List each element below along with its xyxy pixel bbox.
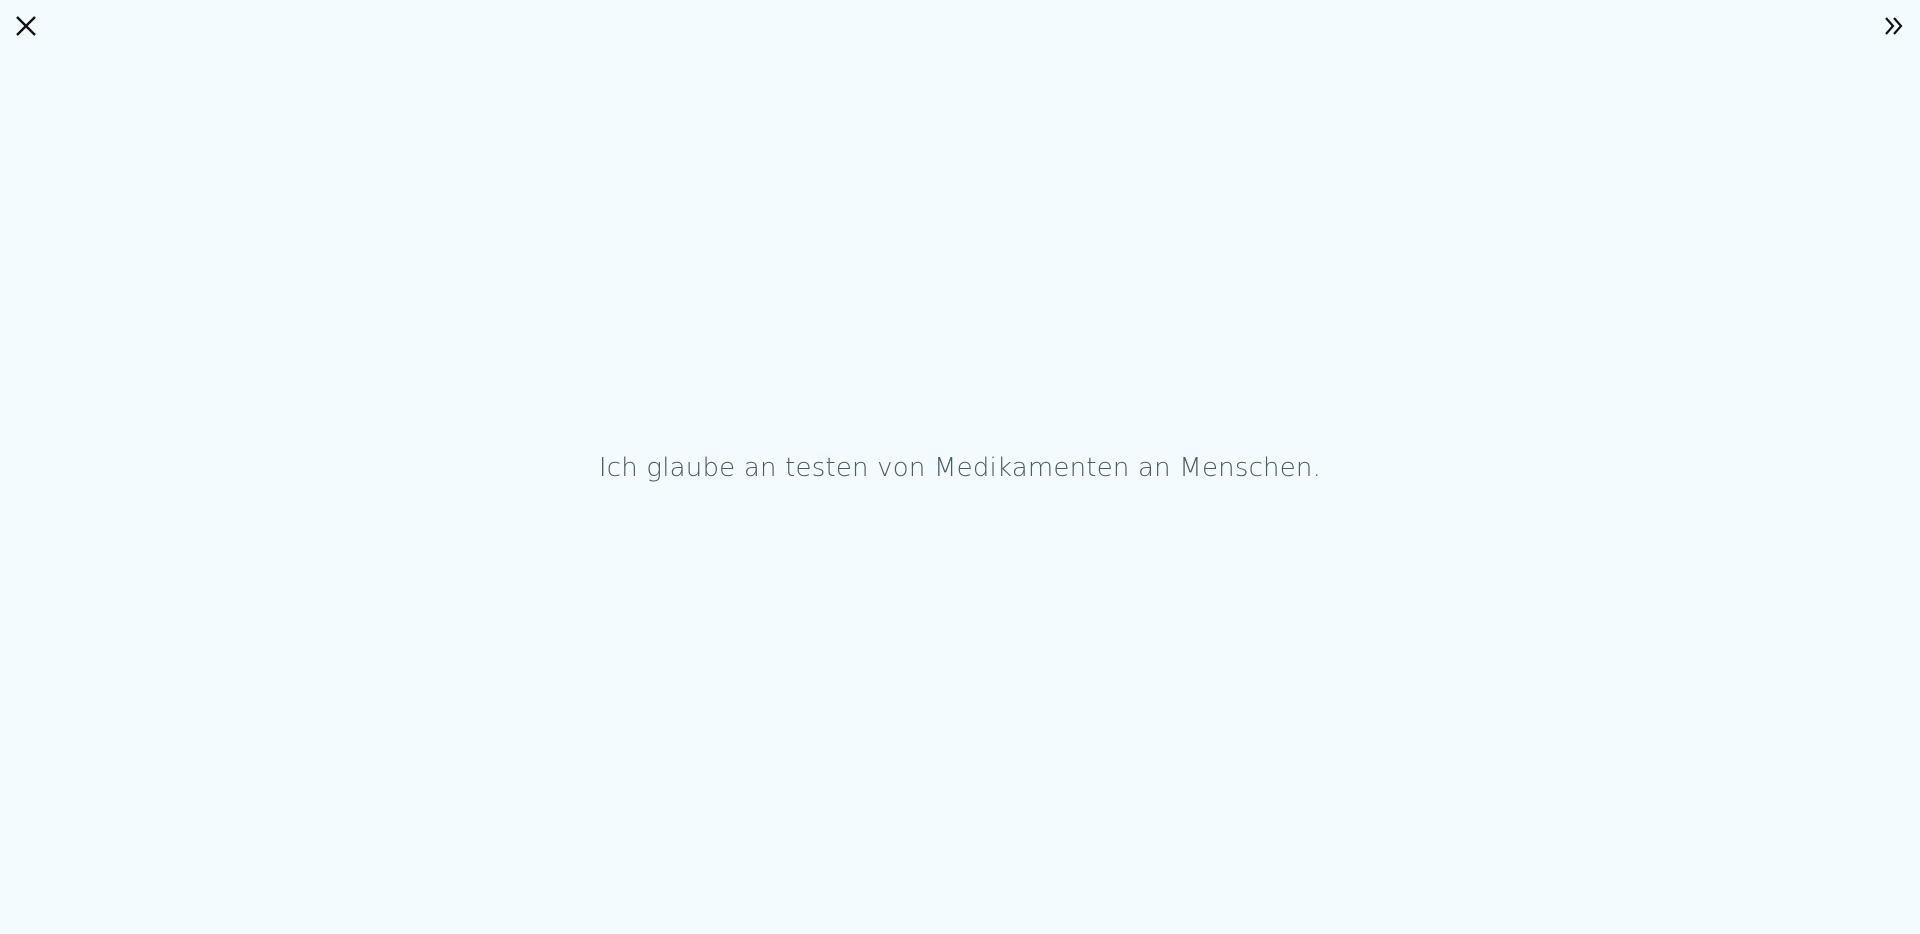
close-icon: [16, 16, 36, 36]
statement-text: Ich glaube an testen von Medikamenten an…: [598, 453, 1322, 483]
double-chevron-right-icon: [1885, 17, 1903, 35]
close-button[interactable]: [10, 10, 42, 42]
next-button[interactable]: [1878, 10, 1910, 42]
